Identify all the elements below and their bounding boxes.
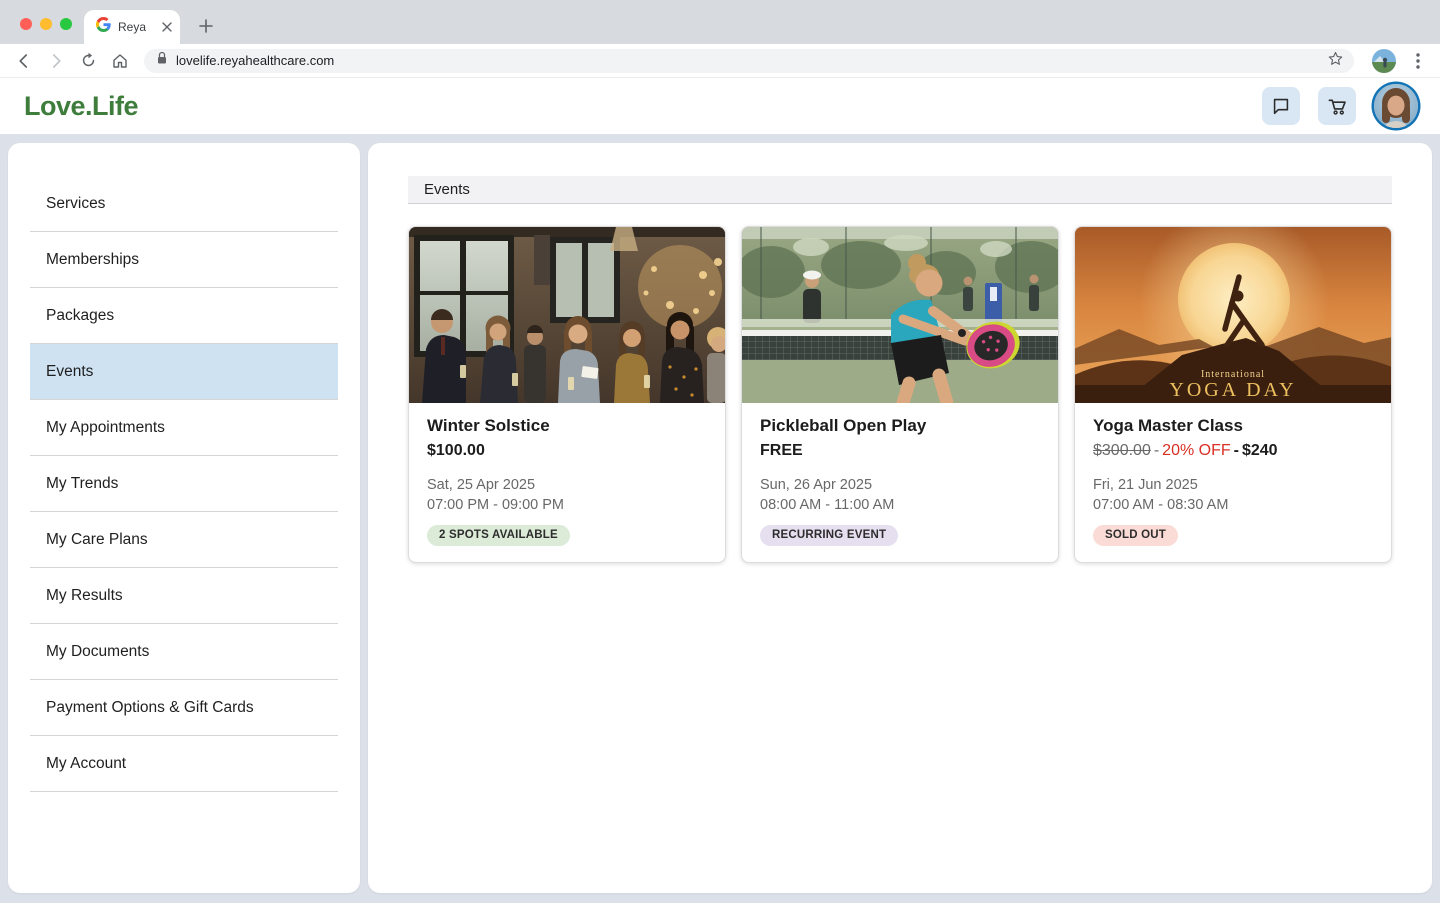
chat-bubble-icon: [1270, 95, 1292, 117]
google-favicon-icon: [96, 17, 111, 37]
event-title: Pickleball Open Play: [760, 416, 1040, 436]
event-date: Fri, 21 Jun 2025: [1093, 475, 1373, 495]
user-avatar[interactable]: [1374, 84, 1418, 128]
sidebar-item-my-trends[interactable]: My Trends: [30, 456, 338, 512]
url-text: lovelife.reyahealthcare.com: [176, 53, 1319, 68]
sidebar-item-my-care-plans[interactable]: My Care Plans: [30, 512, 338, 568]
page-body: Services Memberships Packages Events My …: [0, 134, 1440, 903]
cart-button[interactable]: [1318, 87, 1356, 125]
final-price: $240: [1242, 442, 1278, 459]
event-date: Sun, 26 Apr 2025: [760, 475, 1040, 495]
sidebar-item-my-documents[interactable]: My Documents: [30, 624, 338, 680]
original-price: $300.00: [1093, 442, 1151, 459]
sidebar: Services Memberships Packages Events My …: [8, 143, 360, 893]
sidebar-item-packages[interactable]: Packages: [30, 288, 338, 344]
cart-icon: [1326, 95, 1349, 118]
sidebar-item-my-account[interactable]: My Account: [30, 736, 338, 792]
event-image-pickleball: [742, 227, 1058, 403]
chat-button[interactable]: [1262, 87, 1300, 125]
tab-close-icon[interactable]: [162, 22, 172, 32]
svg-text:YOGA DAY: YOGA DAY: [1169, 379, 1296, 401]
event-card-pickleball[interactable]: Pickleball Open Play FREE Sun, 26 Apr 20…: [741, 226, 1059, 563]
reload-button[interactable]: [74, 47, 102, 75]
sidebar-item-my-results[interactable]: My Results: [30, 568, 338, 624]
window-minimize-button[interactable]: [40, 18, 52, 30]
lock-icon: [156, 51, 168, 70]
sidebar-item-services[interactable]: Services: [30, 176, 338, 232]
event-price: FREE: [760, 442, 1040, 460]
event-time: 07:00 PM - 09:00 PM: [427, 495, 707, 515]
event-card-yoga[interactable]: International YOGA DAY Yoga Master Class…: [1074, 226, 1392, 563]
bookmark-star-icon[interactable]: [1327, 50, 1344, 72]
new-tab-button[interactable]: [192, 12, 220, 40]
availability-badge: 2 SPOTS AVAILABLE: [427, 525, 570, 546]
browser-toolbar: lovelife.reyahealthcare.com: [0, 44, 1440, 78]
site-header: Love.Life: [0, 78, 1440, 134]
events-section-bar: Events: [408, 176, 1392, 204]
window-controls[interactable]: [20, 18, 72, 30]
event-card-winter-solstice[interactable]: Winter Solstice $100.00 Sat, 25 Apr 2025…: [408, 226, 726, 563]
event-price-line: $300.00-20% OFF-$240: [1093, 442, 1373, 460]
sidebar-item-memberships[interactable]: Memberships: [30, 232, 338, 288]
sidebar-item-payment-options[interactable]: Payment Options & Gift Cards: [30, 680, 338, 736]
lovelife-logo[interactable]: Love.Life: [24, 91, 138, 122]
browser-tab-strip: Reya: [0, 0, 1440, 44]
tab-title: Reya: [118, 20, 155, 34]
browser-menu-icon[interactable]: [1406, 49, 1430, 73]
event-time: 07:00 AM - 08:30 AM: [1093, 495, 1373, 515]
home-button[interactable]: [106, 47, 134, 75]
discount-label: 20% OFF: [1162, 442, 1230, 459]
event-title: Winter Solstice: [427, 416, 707, 436]
recurring-badge: RECURRING EVENT: [760, 525, 898, 546]
events-card-row: Winter Solstice $100.00 Sat, 25 Apr 2025…: [408, 226, 1392, 563]
address-bar[interactable]: lovelife.reyahealthcare.com: [144, 49, 1354, 73]
browser-profile-avatar[interactable]: [1372, 49, 1396, 73]
event-image-networking-party: [409, 227, 725, 403]
sidebar-item-events[interactable]: Events: [30, 344, 338, 400]
price-separator: -: [1154, 442, 1159, 459]
event-time: 08:00 AM - 11:00 AM: [760, 495, 1040, 515]
forward-button[interactable]: [42, 47, 70, 75]
event-price: $100.00: [427, 442, 707, 460]
window-zoom-button[interactable]: [60, 18, 72, 30]
event-image-yoga-day: International YOGA DAY: [1075, 227, 1391, 403]
event-title: Yoga Master Class: [1093, 416, 1373, 436]
section-title: Events: [424, 181, 470, 198]
sidebar-item-my-appointments[interactable]: My Appointments: [30, 400, 338, 456]
soldout-badge: SOLD OUT: [1093, 525, 1178, 546]
event-date: Sat, 25 Apr 2025: [427, 475, 707, 495]
main-content: Events: [368, 143, 1432, 893]
window-close-button[interactable]: [20, 18, 32, 30]
browser-tab[interactable]: Reya: [84, 10, 180, 44]
back-button[interactable]: [10, 47, 38, 75]
price-separator: -: [1234, 442, 1239, 459]
